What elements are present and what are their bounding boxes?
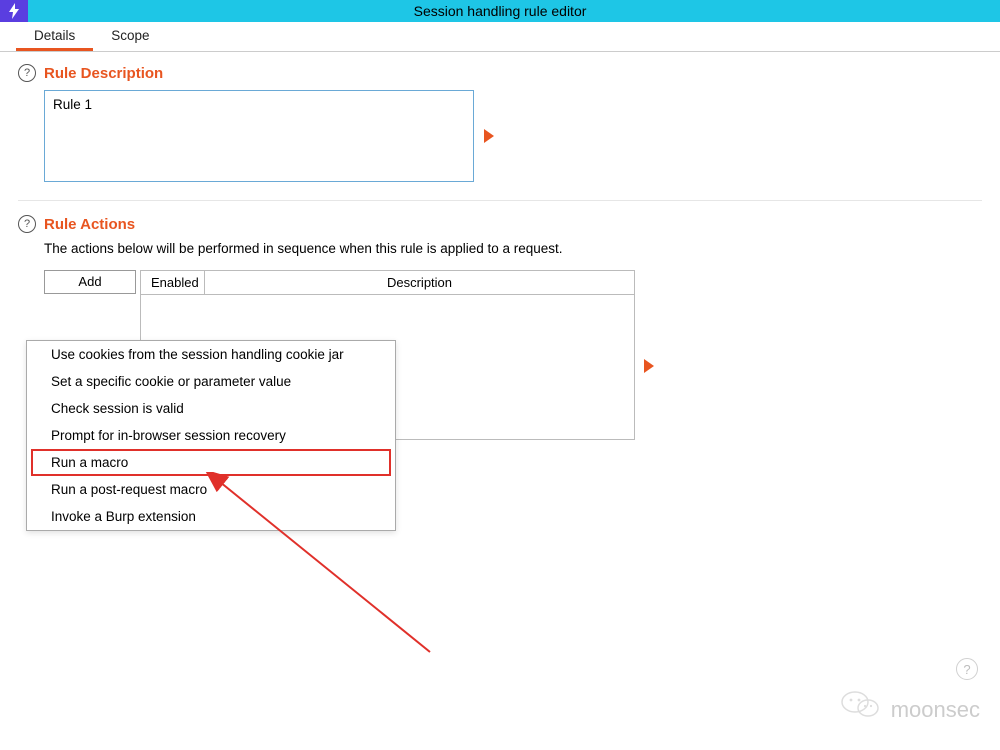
rule-description-value: Rule 1: [53, 97, 92, 112]
arrow-right-icon: [484, 129, 494, 143]
menu-item-set-cookie[interactable]: Set a specific cookie or parameter value: [27, 368, 395, 395]
help-icon[interactable]: ?: [18, 215, 36, 233]
rule-actions-header: ? Rule Actions: [18, 215, 982, 233]
rule-description-header: ? Rule Description: [18, 64, 982, 82]
add-button[interactable]: Add: [44, 270, 136, 294]
menu-item-run-post-macro[interactable]: Run a post-request macro: [27, 476, 395, 503]
wechat-icon: [841, 688, 881, 728]
menu-item-invoke-extension[interactable]: Invoke a Burp extension: [27, 503, 395, 530]
arrow-right-icon: [644, 359, 654, 373]
menu-item-check-session[interactable]: Check session is valid: [27, 395, 395, 422]
bolt-icon: [0, 0, 28, 22]
help-icon[interactable]: ?: [956, 658, 978, 680]
tab-bar: Details Scope: [0, 22, 1000, 52]
titlebar: Session handling rule editor: [0, 0, 1000, 22]
watermark: moonsec: [841, 690, 980, 730]
rule-description-title: Rule Description: [44, 65, 163, 82]
rule-description-row: Rule 1: [44, 90, 982, 182]
tab-details[interactable]: Details: [16, 22, 93, 51]
column-description[interactable]: Description: [205, 271, 634, 294]
menu-item-prompt-recovery[interactable]: Prompt for in-browser session recovery: [27, 422, 395, 449]
help-icon[interactable]: ?: [18, 64, 36, 82]
section-divider: [18, 200, 982, 201]
rule-description-input[interactable]: Rule 1: [44, 90, 474, 182]
column-enabled[interactable]: Enabled: [141, 271, 205, 294]
menu-item-use-cookies[interactable]: Use cookies from the session handling co…: [27, 341, 395, 368]
add-action-menu: Use cookies from the session handling co…: [26, 340, 396, 531]
window-title: Session handling rule editor: [414, 3, 587, 19]
menu-item-run-macro[interactable]: Run a macro: [31, 449, 391, 476]
tab-scope[interactable]: Scope: [93, 22, 167, 51]
watermark-text: moonsec: [891, 697, 980, 723]
rule-actions-title: Rule Actions: [44, 216, 135, 233]
table-header: Enabled Description: [141, 271, 634, 295]
rule-actions-description: The actions below will be performed in s…: [44, 241, 982, 256]
